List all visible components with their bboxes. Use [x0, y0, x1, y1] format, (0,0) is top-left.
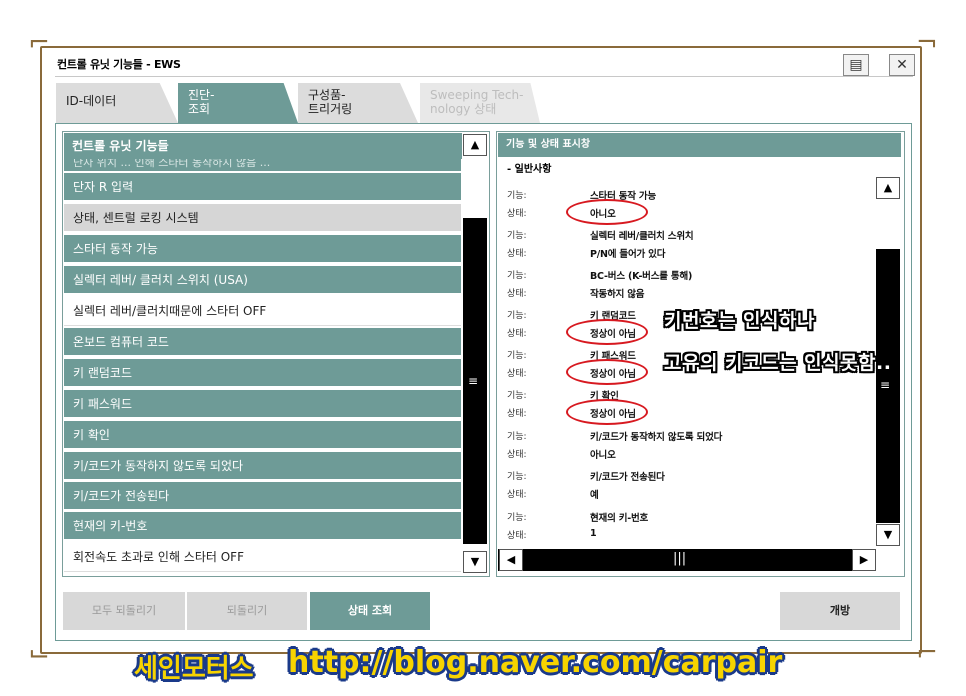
function-label: 기능: — [507, 472, 527, 482]
list-item[interactable]: 회전속도 초과로 인해 스타터 OFF — [64, 543, 461, 572]
tab-label: nology 상태 — [430, 102, 497, 116]
watermark-url: http://blog.naver.com/carpair — [288, 645, 783, 680]
scroll-up-icon[interactable]: ▲ — [463, 134, 487, 156]
list-item[interactable]: 실렉터 레버/ 클러치 스위치 (USA) — [64, 266, 461, 295]
open-button[interactable]: 개방 — [780, 592, 900, 630]
scroll-left-icon[interactable]: ◀ — [499, 549, 523, 571]
frame-curl-icon: ⌙ — [28, 638, 50, 668]
tab-label: Sweeping Tech- — [430, 88, 524, 102]
highlight-circle — [566, 359, 648, 385]
state-label: 상태: — [507, 369, 527, 379]
list-item[interactable]: 스타터 동작 가능 — [64, 235, 461, 264]
frame-curl-icon: ⌐ — [916, 638, 938, 668]
state-value: 예 — [590, 490, 599, 501]
tab-label: 구성품- — [308, 88, 346, 102]
function-list-header: 컨트롤 유닛 기능들 — [64, 133, 462, 159]
highlight-circle — [566, 199, 648, 225]
state-value: 작동하지 않음 — [590, 289, 645, 300]
reset-all-button[interactable]: 모두 되돌리기 — [63, 592, 185, 630]
state-label: 상태: — [507, 450, 527, 460]
scroll-right-icon[interactable]: ▶ — [852, 549, 876, 571]
scroll-down-icon[interactable]: ▼ — [463, 551, 487, 573]
state-label: 상태: — [507, 289, 527, 299]
printer-icon[interactable]: ▤ — [843, 54, 869, 76]
list-item[interactable]: 현재의 키-번호 — [64, 512, 461, 541]
list-item[interactable]: 키/코드가 전송된다 — [64, 482, 461, 511]
state-label: 상태: — [507, 329, 527, 339]
status-query-button[interactable]: 상태 조회 — [310, 592, 430, 630]
frame-curl-icon: ¬ — [916, 28, 938, 58]
function-name: 키/코드가 전송된다 — [590, 472, 665, 483]
list-item[interactable]: 실렉터 레버/클러치때문에 스타터 OFF — [64, 297, 461, 326]
tab-component-triggering[interactable]: 구성품- 트리거링 — [298, 83, 418, 123]
tab-label: 조회 — [188, 102, 211, 116]
function-label: 기능: — [507, 271, 527, 281]
tab-diagnosis[interactable]: 진단- 조회 — [178, 83, 298, 123]
function-label: 기능: — [507, 351, 527, 361]
function-name: 키/코드가 동작하지 않도록 되었다 — [590, 432, 723, 443]
function-name: 실렉터 레버/클러치 스위치 — [590, 231, 694, 242]
state-label: 상태: — [507, 531, 527, 541]
function-label: 기능: — [507, 432, 527, 442]
highlight-circle — [566, 319, 648, 345]
state-label: 상태: — [507, 249, 527, 259]
section-title: - 일반사항 — [507, 164, 552, 175]
list-item[interactable]: 키 패스워드 — [64, 390, 461, 419]
tab-label: ID-데이터 — [66, 94, 117, 108]
window-title: 컨트롤 유닛 기능들 - EWS — [57, 58, 181, 71]
list-item[interactable]: 단자 R 입력 — [64, 173, 461, 202]
tab-label: 진단- — [188, 88, 215, 102]
state-label: 상태: — [507, 490, 527, 500]
scroll-down-icon[interactable]: ▼ — [876, 524, 900, 546]
tab-label: 트리거링 — [308, 102, 353, 116]
grip-icon: ≡ — [880, 378, 891, 392]
list-item[interactable]: 키 확인 — [64, 421, 461, 450]
state-label: 상태: — [507, 409, 527, 419]
scroll-up-icon[interactable]: ▲ — [876, 177, 900, 199]
list-item[interactable]: 키 랜덤코드 — [64, 359, 461, 388]
list-item[interactable]: 온보드 컴퓨터 코드 — [64, 328, 461, 357]
tab-id-data[interactable]: ID-데이터 — [56, 83, 178, 123]
state-label: 상태: — [507, 209, 527, 219]
function-label: 기능: — [507, 513, 527, 523]
function-label: 기능: — [507, 231, 527, 241]
function-name: 현재의 키-번호 — [590, 513, 649, 524]
title-divider — [55, 76, 913, 77]
state-value: 아니오 — [590, 450, 616, 461]
state-value: P/N에 들어가 있다 — [590, 249, 666, 260]
grip-icon: ≡ — [468, 374, 479, 388]
list-item-selected[interactable]: 상태, 센트럴 로킹 시스템 — [64, 204, 461, 233]
status-panel-header: 기능 및 상태 표시창 — [498, 133, 901, 157]
function-label: 기능: — [507, 191, 527, 201]
grip-icon: ||| — [673, 551, 687, 566]
list-item[interactable]: 단자 위치 ... 인해 스타터 동작하지 않음 ... — [64, 159, 461, 173]
reset-button[interactable]: 되돌리기 — [187, 592, 307, 630]
function-name: BC-버스 (K-버스를 통해) — [590, 271, 693, 282]
annotation-line2: 고유의 키코드는 인식못함.. — [664, 352, 892, 374]
annotation-line1: 키번호는 인식하나 — [664, 310, 815, 332]
tab-sweeping-technology: Sweeping Tech- nology 상태 — [420, 83, 540, 123]
close-icon[interactable]: ✕ — [889, 54, 915, 76]
list-item[interactable]: 키/코드가 동작하지 않도록 되었다 — [64, 452, 461, 481]
frame-curl-icon: ⌐ — [28, 28, 50, 58]
highlight-circle — [566, 399, 648, 425]
watermark-name: 세인모터스 — [134, 654, 254, 684]
function-label: 기능: — [507, 391, 527, 401]
state-value: 1 — [590, 528, 597, 539]
function-label: 기능: — [507, 311, 527, 321]
